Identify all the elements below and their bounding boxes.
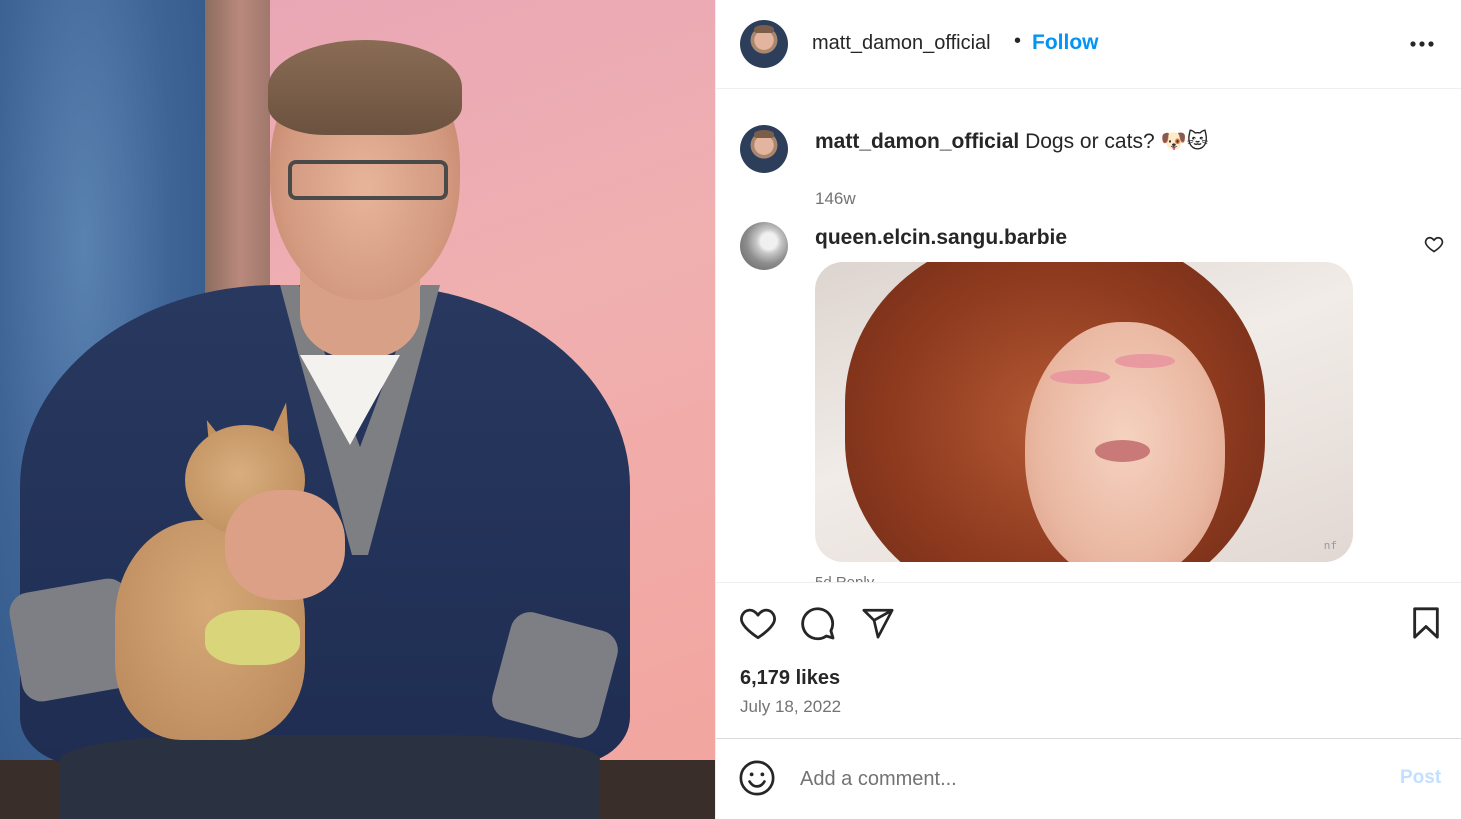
comment-gif[interactable]: nf [815,262,1353,562]
post-date[interactable]: July 18, 2022 [740,697,841,717]
gif-eye-right [1115,354,1175,368]
caption-text: matt_damon_official Dogs or cats? 🐶🐱 [815,129,1209,154]
gif-watermark: nf [1323,539,1337,552]
commenter-username[interactable]: queen.elcin.sangu.barbie [815,226,1067,250]
author-username[interactable]: matt_damon_official [812,32,991,55]
more-options-icon[interactable] [1408,28,1436,60]
comment-composer: Post [716,738,1461,819]
person-glasses [288,160,448,200]
comment-input[interactable] [800,761,1360,797]
commenter-avatar[interactable] [740,222,788,270]
post-comment-button[interactable]: Post [1400,767,1441,789]
dog-shirt [205,610,300,665]
gif-mouth [1095,440,1150,462]
post-details-panel: matt_damon_official • Follow matt_damon_… [715,0,1461,819]
caption-author-avatar[interactable] [740,125,788,173]
person-hand [225,490,345,600]
caption-body: Dogs or cats? 🐶🐱 [1025,130,1209,153]
comment-bubble-icon[interactable] [798,603,838,643]
comment-item: queen.elcin.sangu.barbie nf 5d Reply [716,218,1461,582]
comments-list[interactable]: matt_damon_official Dogs or cats? 🐶🐱 146… [716,90,1461,582]
share-paper-plane-icon[interactable] [858,603,898,643]
caption-username[interactable]: matt_damon_official [815,130,1019,153]
gif-eye-left [1050,370,1110,384]
comment-meta-truncated: 5d Reply [815,574,874,582]
post-header: matt_damon_official • Follow [716,0,1461,89]
photo-wooden-frame [205,0,275,320]
emoji-smiley-icon[interactable] [738,759,776,797]
person-jeans [60,735,600,819]
save-bookmark-icon[interactable] [1406,603,1446,643]
follow-button[interactable]: Follow [1032,31,1099,55]
likes-count[interactable]: 6,179 likes [740,667,840,690]
like-heart-icon[interactable] [738,603,778,643]
caption-age[interactable]: 146w [815,189,856,209]
post-photo[interactable] [0,0,715,819]
comment-like-heart-icon[interactable] [1424,234,1446,256]
post-actions: 6,179 likes July 18, 2022 [716,582,1461,738]
author-avatar[interactable] [740,20,788,68]
person-hair [268,40,462,135]
post-caption: matt_damon_official Dogs or cats? 🐶🐱 146… [716,115,1461,208]
header-separator: • [1014,30,1022,52]
